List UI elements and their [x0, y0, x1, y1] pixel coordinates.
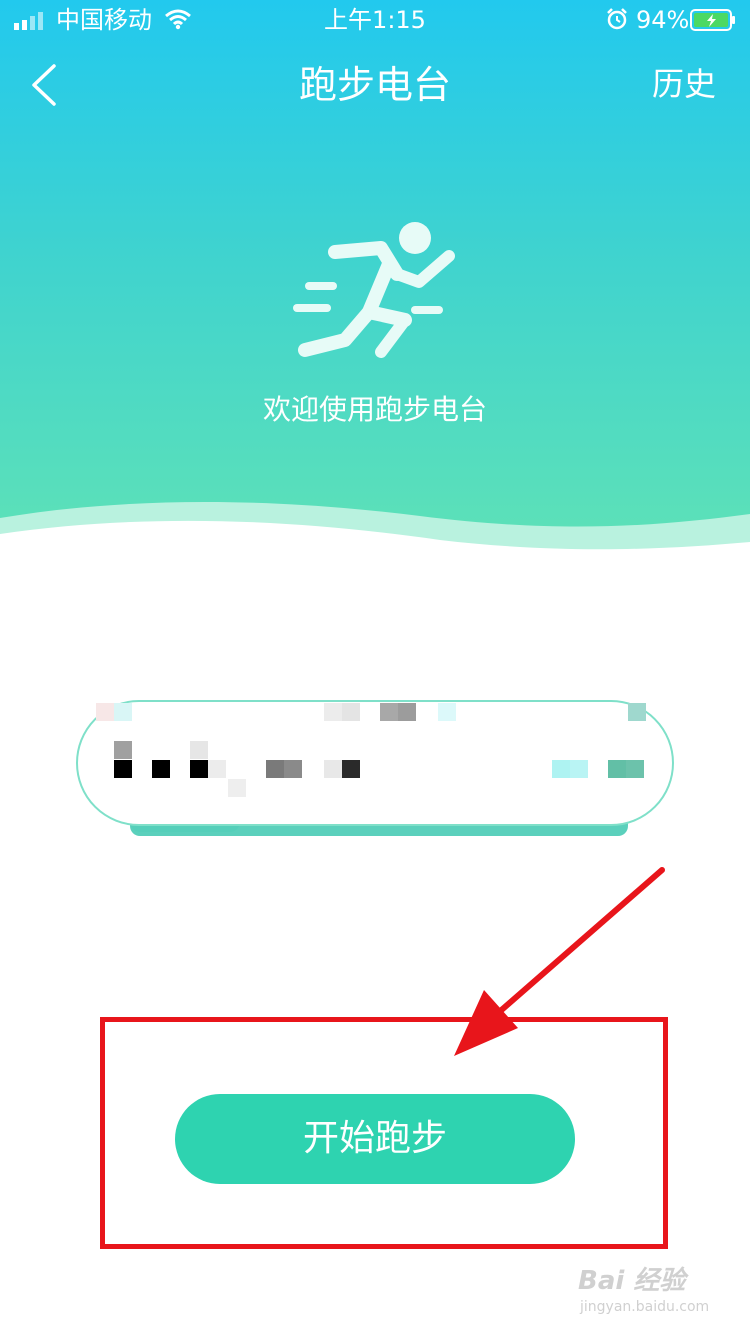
page-title: 跑步电台	[298, 63, 451, 107]
alarm-icon	[607, 8, 627, 30]
battery-percent: 94%	[636, 6, 690, 34]
watermark-logo: Bai 经验	[578, 1266, 686, 1296]
status-bar: 中国移动 上午1:15 94%	[0, 0, 750, 40]
battery-icon	[690, 9, 735, 31]
history-link[interactable]: 历史	[652, 62, 716, 106]
welcome-text: 欢迎使用跑步电台	[262, 393, 487, 426]
watermark-url: jingyan.baidu.com	[580, 1299, 710, 1315]
runner-icon	[293, 222, 455, 358]
annotation-arrow-icon	[454, 867, 665, 1056]
hero-wave	[0, 501, 750, 560]
